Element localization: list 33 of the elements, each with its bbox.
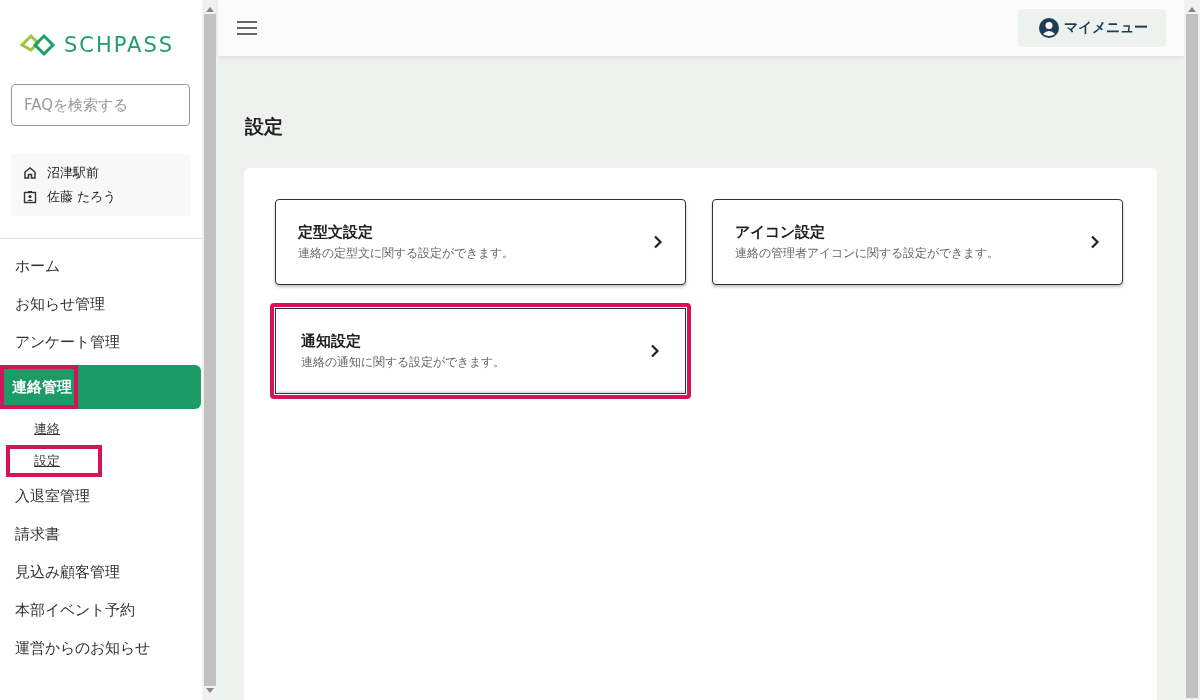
- id-badge-icon: [23, 190, 37, 204]
- menu-icon[interactable]: [236, 20, 258, 36]
- nav-item[interactable]: お知らせ管理: [0, 285, 202, 323]
- nav-item[interactable]: 本部イベント予約: [0, 591, 202, 629]
- settings-card[interactable]: 通知設定 連絡の通知に関する設定ができます。: [270, 303, 691, 399]
- nav-item[interactable]: アンケート管理: [0, 323, 202, 361]
- nav-subitem-link[interactable]: 設定: [6, 445, 102, 477]
- nav-subitem-link[interactable]: 連絡: [0, 413, 60, 445]
- user-name: 佐藤 たろう: [47, 188, 117, 206]
- scroll-down-arrow-icon[interactable]: [206, 688, 214, 694]
- my-menu-button[interactable]: マイメニュー: [1018, 9, 1166, 47]
- school-name: 沼津駅前: [47, 164, 99, 182]
- settings-card[interactable]: アイコン設定 連絡の管理者アイコンに関する設定ができます。: [712, 199, 1123, 285]
- nav-item[interactable]: ホーム: [0, 247, 202, 285]
- nav-item[interactable]: 請求書: [0, 515, 202, 553]
- home-icon: [23, 166, 37, 180]
- nav-item[interactable]: 入退室管理: [0, 477, 202, 515]
- chevron-right-icon: [653, 235, 663, 249]
- chevron-right-icon: [650, 344, 660, 358]
- nav-item[interactable]: 見込み顧客管理: [0, 553, 202, 591]
- nav-item[interactable]: 連絡管理: [0, 365, 201, 409]
- logo-icon: [18, 32, 58, 58]
- search-field[interactable]: FAQを検索する: [11, 84, 190, 126]
- user-icon: [1038, 17, 1060, 39]
- scroll-up-arrow-icon[interactable]: [1188, 6, 1196, 12]
- scrollbar[interactable]: [202, 0, 218, 700]
- nav-item[interactable]: 運営からのお知らせ: [0, 629, 202, 667]
- chevron-right-icon: [1090, 235, 1100, 249]
- scroll-up-arrow-icon[interactable]: [206, 6, 214, 12]
- settings-card[interactable]: 定型文設定 連絡の定型文に関する設定ができます。: [275, 199, 686, 285]
- logo-text: SCHPASS: [64, 33, 175, 57]
- page-title: 設定: [245, 114, 284, 139]
- scrollbar[interactable]: [1184, 0, 1200, 700]
